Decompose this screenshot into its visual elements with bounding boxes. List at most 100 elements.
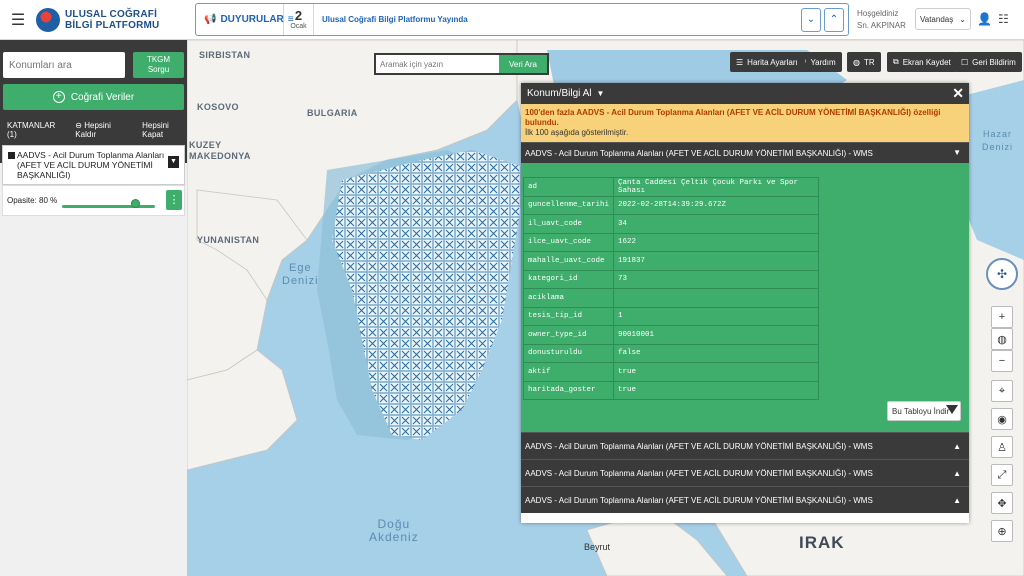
language-label: TR xyxy=(863,57,875,67)
remove-all-button[interactable]: ⊖ Hepsini Kaldır xyxy=(75,121,128,139)
location-pin-icon[interactable]: ⌖ xyxy=(991,380,1013,402)
attribute-key: owner_type_id xyxy=(522,325,615,345)
caret-down-icon xyxy=(946,405,958,414)
map-label-beirut: Beyrut xyxy=(584,542,611,552)
attribute-row: kategori_id 73 xyxy=(522,269,820,289)
chevron-up-icon[interactable]: ⌃ xyxy=(824,7,844,32)
collapsed-section-header[interactable]: AADVS - Acil Durum Toplanma Alanları (AF… xyxy=(521,486,969,513)
layer-checkbox[interactable] xyxy=(8,152,15,159)
attribute-key: ad xyxy=(522,177,615,197)
location-search-input[interactable] xyxy=(3,52,125,78)
attribute-key: aciklama xyxy=(522,288,615,308)
user-icon[interactable]: 👤 xyxy=(977,12,992,26)
welcome-text: Hoşgeldiniz Sn. AKPINAR xyxy=(857,8,906,32)
collapsed-section-header[interactable]: AADVS - Acil Durum Toplanma Alanları (AF… xyxy=(521,459,969,486)
save-screen-button[interactable]: ⧉ Ekran Kaydet xyxy=(887,52,957,72)
attribute-value: 1 xyxy=(613,306,820,326)
layer-item[interactable]: AADVS - Acil Durum Toplanma Alanları (AF… xyxy=(2,145,185,185)
zoom-in-icon[interactable]: + xyxy=(991,306,1013,328)
data-search-button[interactable]: Veri Ara xyxy=(499,55,547,73)
navigation-icon[interactable]: ⊕ xyxy=(991,520,1013,542)
top-header: ☰ ULUSAL COĞRAFİ BİLGİ PLATFORMU 📢 DUYUR… xyxy=(0,0,1024,40)
attribute-row: donusturuldu false xyxy=(522,343,820,363)
menu-icon[interactable]: ☰ xyxy=(0,0,36,40)
attribute-row: ad Çanta Caddesi Çeltik Çocuk Parkı ve Sp… xyxy=(522,177,820,197)
info-panel: Konum/Bilgi Al ▼ ✕ 100'den fazla AADVS -… xyxy=(521,83,969,523)
attribute-key: ilce_uavt_code xyxy=(522,232,615,252)
attribute-value: false xyxy=(613,343,820,363)
attribute-value: Çanta Caddesi Çeltik Çocuk Parkı ve Spor… xyxy=(613,177,820,197)
caspian-line-1: Hazar xyxy=(983,129,1013,139)
attribute-row: guncellenme_tarihi 2022-02-28T14:39:29.67… xyxy=(522,195,820,215)
street-view-icon[interactable]: ♙ xyxy=(991,436,1013,458)
close-icon[interactable]: ✕ xyxy=(952,85,964,102)
chevron-down-icon[interactable]: ⌄ xyxy=(801,7,821,32)
med-line-2: Akdeniz xyxy=(369,530,419,544)
language-button[interactable]: ◍ TR xyxy=(847,52,881,72)
welcome-label: Hoşgeldiniz xyxy=(857,9,899,18)
attribute-value: 2022-02-28T14:39:29.672Z xyxy=(613,195,820,215)
compass-icon[interactable]: ✣ xyxy=(986,258,1018,290)
globe-icon: ◍ xyxy=(853,57,860,67)
layers-bar: KATMANLAR (1) ⊖ Hepsini Kaldır Hepsini K… xyxy=(0,118,187,142)
close-all-button[interactable]: Hepsini Kapat xyxy=(142,121,187,139)
tkgm-sublabel: Sorgu xyxy=(147,65,170,74)
pan-icon[interactable]: ✥ xyxy=(991,492,1013,514)
aegean-line-2: Denizi xyxy=(282,275,319,287)
more-options-icon[interactable]: ⋮ xyxy=(166,190,182,210)
map-label-north-macedonia: KUZEY MAKEDONYA xyxy=(189,140,251,162)
tkgm-query-button[interactable]: TKGM Sorgu xyxy=(133,52,184,78)
data-search-input[interactable] xyxy=(376,55,499,73)
tkgm-label: TKGM xyxy=(146,55,171,64)
layers-title: KATMANLAR (1) xyxy=(7,121,56,139)
caret-up-icon: ▲ xyxy=(953,496,961,505)
caret-down-icon: ▼ xyxy=(953,148,961,157)
map-settings-button[interactable]: ☰ Harita Ayarları xyxy=(730,52,804,72)
attribute-key: donusturuldu xyxy=(522,343,615,363)
zoom-out-icon[interactable]: − xyxy=(991,350,1013,372)
globe-icon[interactable]: ◍ xyxy=(991,328,1013,350)
map-label-caspian: Hazar Denizi xyxy=(982,128,1013,154)
chevron-down-icon: ⌄ xyxy=(959,14,966,24)
megaphone-icon: 📢 xyxy=(204,14,217,25)
layers-icon: ☰ xyxy=(736,57,744,67)
result-section-header[interactable]: AADVS - Acil Durum Toplanma Alanları (AF… xyxy=(521,142,969,163)
logo[interactable]: ULUSAL COĞRAFİ BİLGİ PLATFORMU xyxy=(36,7,186,32)
caret-down-icon[interactable]: ▼ xyxy=(596,89,604,98)
attribute-key: mahalle_uavt_code xyxy=(522,251,615,271)
user-name: Sn. AKPINAR xyxy=(857,21,906,30)
logo-line-2: BİLGİ PLATFORMU xyxy=(65,19,160,31)
attribute-value: 191837 xyxy=(613,251,820,271)
logo-line-1: ULUSAL COĞRAFİ xyxy=(65,8,158,20)
attribute-row: haritada_goster true xyxy=(522,380,820,400)
feedback-icon: ☐ xyxy=(961,57,969,67)
announcement-text[interactable]: Ulusal Coğrafi Bilgi Platformu Yayında xyxy=(314,15,801,24)
settings-sliders-icon[interactable]: ☷ xyxy=(998,12,1009,26)
attribute-key: il_uavt_code xyxy=(522,214,615,234)
attribute-value: true xyxy=(613,380,820,400)
caret-up-icon: ▲ xyxy=(953,442,961,451)
collapsed-section-header[interactable]: AADVS - Acil Durum Toplanma Alanları (AF… xyxy=(521,432,969,459)
eye-icon[interactable]: ◉ xyxy=(991,408,1013,430)
announcements-label: DUYURULAR xyxy=(220,14,284,25)
attribute-key: aktif xyxy=(522,362,615,382)
attribute-row: aciklama xyxy=(522,288,820,308)
announcements-button[interactable]: 📢 DUYURULAR ≡ xyxy=(196,4,294,35)
plus-circle-icon: + xyxy=(52,91,65,103)
result-warning: 100'den fazla AADVS - Acil Durum Toplanm… xyxy=(521,104,969,142)
help-button[interactable]: ⁱ Yardım xyxy=(799,52,842,72)
caret-down-icon[interactable]: ▼ xyxy=(168,156,179,168)
user-type-select[interactable]: Vatandaş ⌄ xyxy=(915,8,971,30)
feedback-button[interactable]: ☐ Geri Bildirim xyxy=(955,52,1022,72)
download-table-button[interactable]: Bu Tabloyu İndir xyxy=(887,401,961,421)
geographic-data-button[interactable]: + Coğrafi Veriler xyxy=(3,84,184,110)
sidebar: TKGM Sorgu + Coğrafi Veriler KATMANLAR (… xyxy=(0,40,187,576)
attribute-table: ad Çanta Caddesi Çeltik Çocuk Parkı ve Sp… xyxy=(522,177,820,400)
attribute-value: 1622 xyxy=(613,232,820,252)
fullscreen-icon[interactable]: ⤢ xyxy=(991,464,1013,486)
north-macedonia-text: KUZEY MAKEDONYA xyxy=(189,140,251,161)
opacity-slider-track[interactable] xyxy=(62,205,155,208)
logo-emblem-icon xyxy=(36,7,60,32)
warning-rest-text: İlk 100 aşağıda gösterilmiştir. xyxy=(525,128,629,137)
user-type-value: Vatandaş xyxy=(920,14,954,24)
